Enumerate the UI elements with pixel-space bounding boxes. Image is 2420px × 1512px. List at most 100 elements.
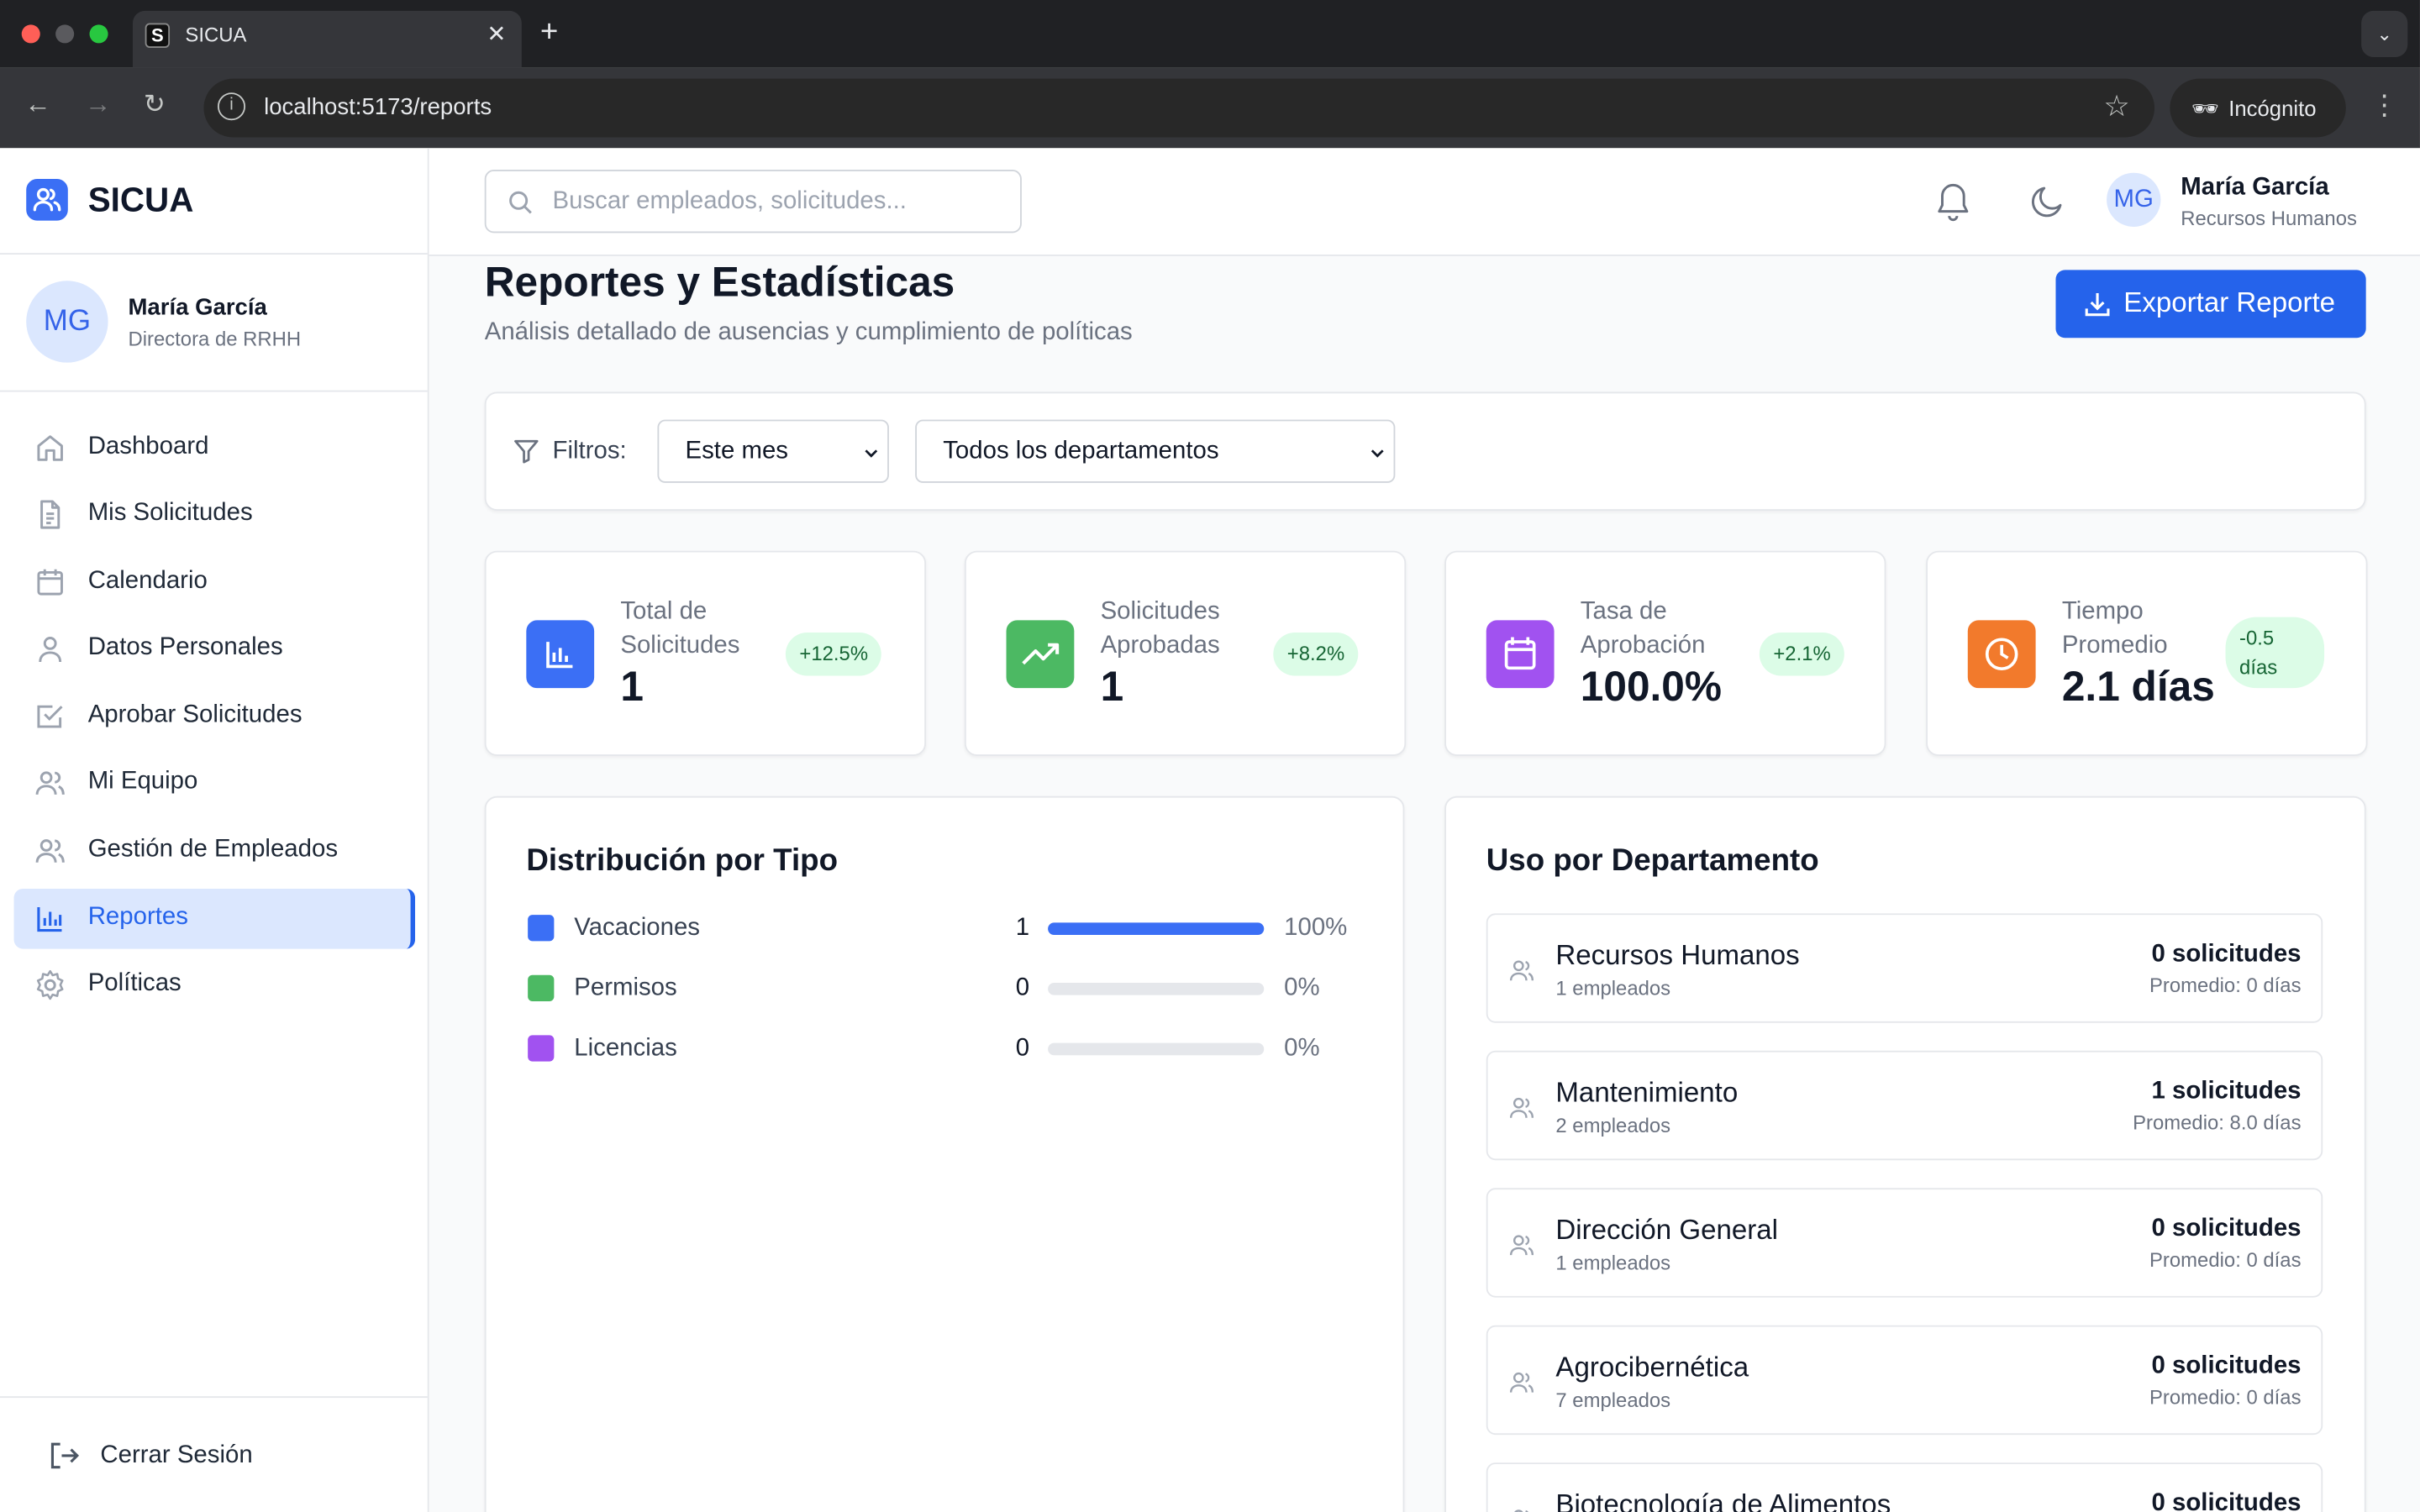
favicon-icon: S — [145, 23, 171, 48]
sidebar-item-reportes[interactable]: Reportes — [13, 888, 416, 949]
department-requests: 0 solicitudes — [2151, 1215, 2302, 1242]
legend-swatch — [528, 974, 555, 1002]
stat-badge: +8.2% — [1273, 633, 1359, 676]
department-average: Promedio: 8.0 días — [2133, 1110, 2302, 1134]
site-info-icon[interactable]: i — [217, 92, 246, 121]
sidebar-item-label: Calendario — [87, 567, 208, 595]
department-requests: 0 solicitudes — [2151, 1490, 2302, 1512]
bell-icon[interactable] — [1933, 181, 1972, 223]
brand-name: SICUA — [87, 180, 194, 219]
distribution-count: 1 — [1015, 915, 1030, 942]
header-user-role: Recursos Humanos — [2181, 207, 2357, 230]
sidebar-item-aprobar-solicitudes[interactable]: Aprobar Solicitudes — [14, 686, 416, 747]
home-icon — [37, 435, 63, 461]
incognito-indicator[interactable]: 🕶 Incógnito — [2170, 78, 2346, 138]
department-row[interactable]: Dirección General 1 empleados 0 solicitu… — [1486, 1188, 2323, 1298]
stat-label: Total de Solicitudes — [620, 598, 740, 659]
department-name: Mantenimiento — [1555, 1077, 1739, 1108]
clock-icon — [1967, 620, 2036, 689]
logout-icon — [50, 1442, 80, 1469]
maximize-window-button[interactable] — [89, 24, 108, 44]
department-name: Recursos Humanos — [1555, 939, 1800, 971]
distribution-row: Vacaciones 1 100% — [528, 913, 1361, 944]
stat-badge: +12.5% — [785, 633, 882, 676]
avatar: MG — [26, 281, 108, 363]
filters-label: Filtros: — [552, 438, 627, 465]
calendar-icon — [1486, 620, 1555, 689]
sidebar-item-mis-solicitudes[interactable]: Mis Solicitudes — [14, 485, 416, 545]
sidebar-item-label: Políticas — [87, 970, 182, 997]
moon-icon[interactable] — [2028, 182, 2066, 221]
sidebar-item-dashboard[interactable]: Dashboard — [14, 418, 416, 479]
calendar-icon — [37, 569, 63, 596]
profile-name: María García — [128, 294, 267, 322]
minimize-window-button[interactable] — [55, 24, 75, 44]
user-icon — [39, 637, 62, 663]
stat-label: Tasa de Aprobación — [1580, 598, 1706, 659]
department-select[interactable]: Todos los departamentos — [915, 419, 1396, 483]
distribution-row: Permisos 0 0% — [528, 974, 1361, 1005]
sidebar-item-mi-equipo[interactable]: Mi Equipo — [14, 753, 416, 813]
incognito-icon: 🕶 — [2191, 95, 2219, 121]
bookmark-star-icon[interactable]: ☆ — [2103, 90, 2129, 125]
browser-menu-icon[interactable]: ⋮ — [2370, 90, 2398, 123]
close-window-button[interactable] — [21, 24, 40, 44]
distribution-type: Vacaciones — [574, 915, 701, 942]
sidebar-item-label: Gestión de Empleados — [87, 836, 339, 863]
sidebar: SICUA MG María García Directora de RRHH … — [0, 148, 429, 1512]
stat-label: Solicitudes Aprobadas — [1100, 598, 1220, 659]
stat-card-total: Total de Solicitudes 1 +12.5% — [484, 550, 927, 756]
department-employees: 1 empleados — [1555, 976, 1671, 1000]
stat-value: 1 — [620, 663, 644, 710]
tab-search-icon[interactable]: ⌄ — [2361, 10, 2408, 57]
department-average: Promedio: 0 días — [2149, 1385, 2302, 1409]
top-header: MG María García Recursos Humanos — [429, 148, 2420, 256]
distribution-bar — [1048, 982, 1265, 995]
sidebar-item-datos-personales[interactable]: Datos Personales — [14, 619, 416, 680]
department-usage-card: Uso por Departamento Recursos Humanos 1 … — [1444, 795, 2366, 1512]
users-icon — [1509, 1235, 1534, 1256]
browser-tab[interactable]: S SICUA ✕ — [132, 10, 522, 68]
department-employees: 2 empleados — [1555, 1114, 1671, 1137]
department-name: Agrocibernética — [1555, 1351, 1749, 1383]
stat-value: 1 — [1100, 663, 1124, 710]
export-report-button[interactable]: Exportar Reporte — [2055, 270, 2366, 339]
bar-chart-icon — [526, 620, 595, 689]
sidebar-item-politicas[interactable]: Políticas — [14, 955, 416, 1016]
period-select[interactable]: Este mes — [657, 419, 889, 483]
distribution-percent: 0% — [1284, 1035, 1320, 1062]
users-icon — [1514, 1509, 1528, 1512]
url-text[interactable]: localhost:5173/reports — [264, 94, 492, 120]
department-requests: 0 solicitudes — [2151, 1352, 2302, 1380]
forward-icon[interactable]: → — [85, 90, 111, 121]
distribution-bar-fill — [1048, 922, 1265, 936]
distribution-type: Permisos — [574, 974, 677, 1002]
sidebar-item-label: Datos Personales — [87, 633, 283, 661]
reload-icon[interactable]: ↻ — [144, 90, 166, 121]
sidebar-item-calendario[interactable]: Calendario — [14, 553, 416, 613]
browser-toolbar: ← → ↻ i localhost:5173/reports ☆ 🕶 Incóg… — [0, 67, 2420, 149]
sidebar-item-label: Reportes — [87, 904, 188, 931]
users-icon — [1509, 960, 1534, 981]
department-row[interactable]: Mantenimiento 2 empleados 1 solicitudes … — [1486, 1050, 2323, 1161]
search-input[interactable] — [552, 171, 1010, 232]
distribution-row: Licencias 0 0% — [528, 1034, 1361, 1065]
address-bar[interactable]: i localhost:5173/reports ☆ — [203, 78, 2155, 138]
department-row[interactable]: Biotecnología de Alimentos 0 solicitudes — [1486, 1462, 2323, 1512]
new-tab-icon[interactable]: + — [540, 15, 558, 50]
department-row[interactable]: Agrocibernética 7 empleados 0 solicitude… — [1486, 1325, 2323, 1436]
distribution-percent: 100% — [1284, 915, 1348, 942]
gear-icon — [36, 969, 64, 1000]
sidebar-item-label: Mis Solicitudes — [87, 500, 253, 527]
filters-card: Filtros: Este mes Todos los departamento… — [484, 391, 2366, 511]
department-average: Promedio: 0 días — [2149, 1247, 2302, 1272]
header-avatar[interactable]: MG — [2107, 172, 2161, 227]
period-select-value: Este mes — [685, 438, 788, 465]
department-requests: 1 solicitudes — [2151, 1078, 2302, 1105]
department-row[interactable]: Recursos Humanos 1 empleados 0 solicitud… — [1486, 913, 2323, 1023]
stat-card-approved: Solicitudes Aprobadas 1 +8.2% — [964, 550, 1407, 756]
close-tab-icon[interactable]: ✕ — [487, 20, 506, 48]
back-icon[interactable]: ← — [24, 90, 50, 121]
logout-button[interactable]: Cerrar Sesión — [0, 1396, 428, 1512]
sidebar-item-gestion-empleados[interactable]: Gestión de Empleados — [14, 821, 416, 881]
